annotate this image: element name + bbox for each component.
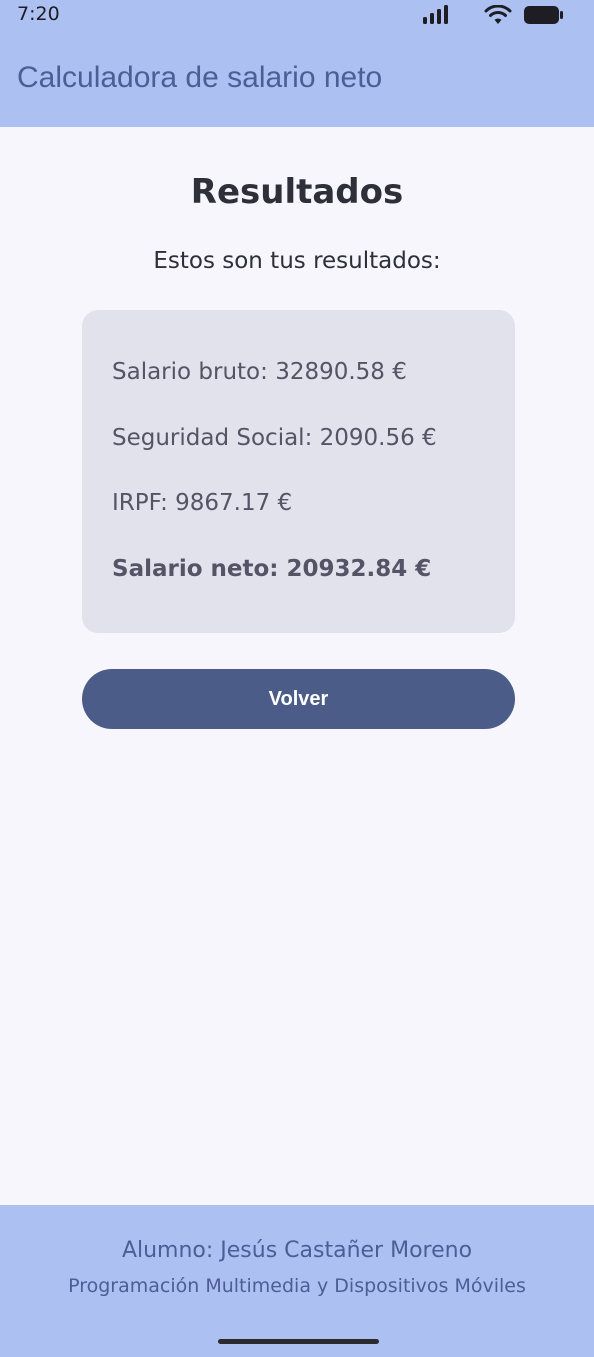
home-indicator[interactable] xyxy=(218,1339,379,1344)
top-app-bar: 7:20 Calculadora de salario neto xyxy=(0,0,594,127)
app-title: Calculadora de salario neto xyxy=(17,61,383,94)
footer-course-name: Programación Multimedia y Dispositivos M… xyxy=(68,1275,526,1297)
results-subtitle: Estos son tus resultados: xyxy=(153,248,441,274)
page-heading: Resultados xyxy=(190,172,404,212)
irpf-text: IRPF: 9867.17 € xyxy=(112,490,293,516)
net-salary-text: Salario neto: 20932.84 € xyxy=(112,556,432,582)
gross-salary-text: Salario bruto: 32890.58 € xyxy=(112,359,407,385)
back-button[interactable]: Volver xyxy=(82,669,515,729)
footer: Alumno: Jesús Castañer Moreno Programaci… xyxy=(0,1205,594,1357)
signal-icon xyxy=(423,5,448,24)
social-security-text: Seguridad Social: 2090.56 € xyxy=(112,425,437,451)
status-time: 7:20 xyxy=(17,3,60,25)
results-card: Salario bruto: 32890.58 € Seguridad Soci… xyxy=(82,310,515,633)
battery-icon xyxy=(524,6,563,24)
status-bar: 7:20 xyxy=(0,0,594,30)
wifi-icon xyxy=(484,5,512,24)
footer-student-name: Alumno: Jesús Castañer Moreno xyxy=(121,1238,473,1263)
